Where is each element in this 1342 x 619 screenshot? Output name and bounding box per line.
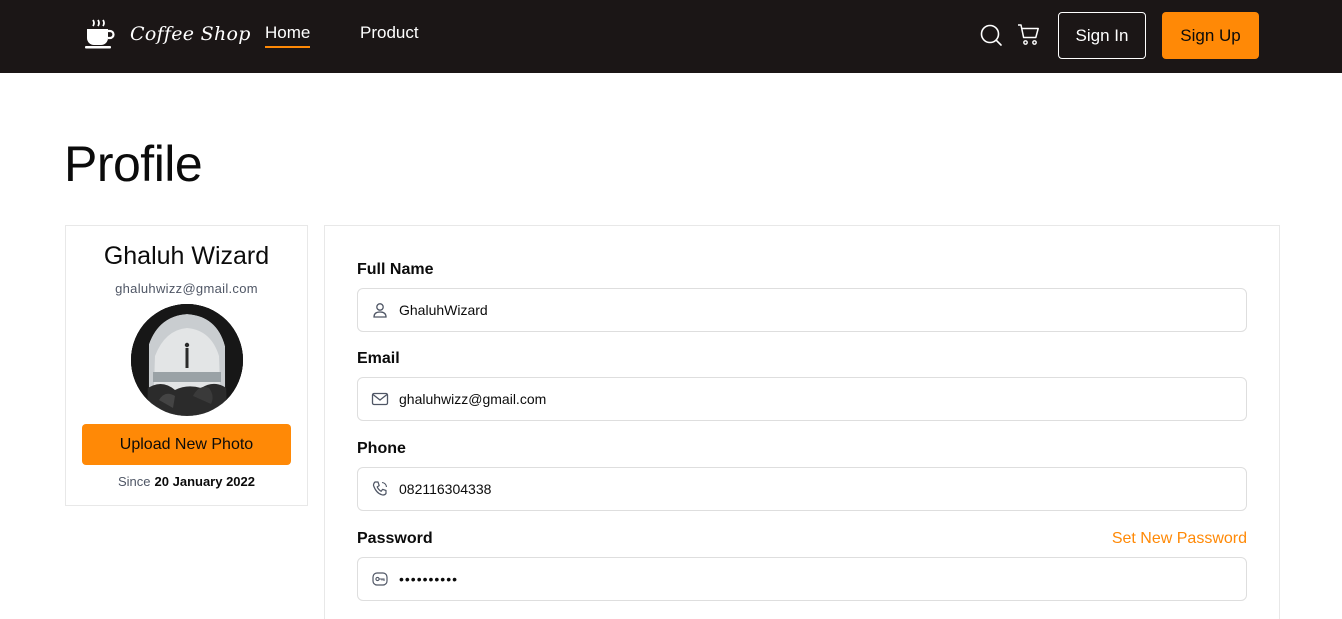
profile-email: ghaluhwizz@gmail.com — [115, 281, 258, 296]
key-icon — [372, 572, 388, 586]
mail-icon — [371, 392, 389, 406]
phone-field[interactable]: 082116304338 — [357, 467, 1247, 511]
member-since-label: Since — [118, 474, 151, 489]
set-new-password-link[interactable]: Set New Password — [1112, 530, 1247, 548]
phone-input[interactable]: 082116304338 — [399, 481, 1219, 497]
email-field[interactable]: ghaluhwizz@gmail.com — [357, 377, 1247, 421]
top-navbar: Coffee Shop Home Product Sign In Sign Up — [0, 0, 1342, 73]
password-input[interactable]: •••••••••• — [399, 571, 1219, 587]
upload-photo-button[interactable]: Upload New Photo — [82, 424, 291, 465]
brand-logo[interactable]: Coffee Shop — [84, 18, 251, 50]
password-label: Password — [357, 530, 433, 547]
profile-name: Ghaluh Wizard — [103, 242, 270, 270]
sign-in-button[interactable]: Sign In — [1058, 12, 1146, 59]
phone-icon — [372, 481, 388, 496]
email-label: Email — [357, 350, 400, 367]
nav-link-home[interactable]: Home — [265, 22, 311, 48]
email-input[interactable]: ghaluhwizz@gmail.com — [399, 391, 1219, 407]
member-since-date: 20 January 2022 — [154, 474, 255, 489]
page-title: Profile — [64, 136, 203, 192]
brand-name: Coffee Shop — [130, 23, 251, 45]
cart-icon[interactable] — [1017, 23, 1041, 47]
avatar — [131, 304, 243, 416]
full-name-label: Full Name — [357, 261, 434, 278]
full-name-input[interactable]: GhaluhWizard — [399, 302, 1219, 318]
user-icon — [373, 303, 387, 318]
profile-form-card: Full Name GhaluhWizard Email ghaluhwizz@… — [324, 225, 1280, 619]
member-since: Since 20 January 2022 — [66, 474, 307, 489]
coffee-cup-icon — [85, 19, 115, 49]
avatar-photo — [131, 304, 243, 416]
sign-up-button[interactable]: Sign Up — [1162, 12, 1259, 59]
phone-label: Phone — [357, 440, 406, 457]
nav-link-product[interactable]: Product — [360, 22, 419, 44]
profile-summary-card: Ghaluh Wizard ghaluhwizz@gmail.com Uploa… — [65, 225, 308, 506]
password-field[interactable]: •••••••••• — [357, 557, 1247, 601]
search-icon[interactable] — [979, 23, 1003, 47]
full-name-field[interactable]: GhaluhWizard — [357, 288, 1247, 332]
